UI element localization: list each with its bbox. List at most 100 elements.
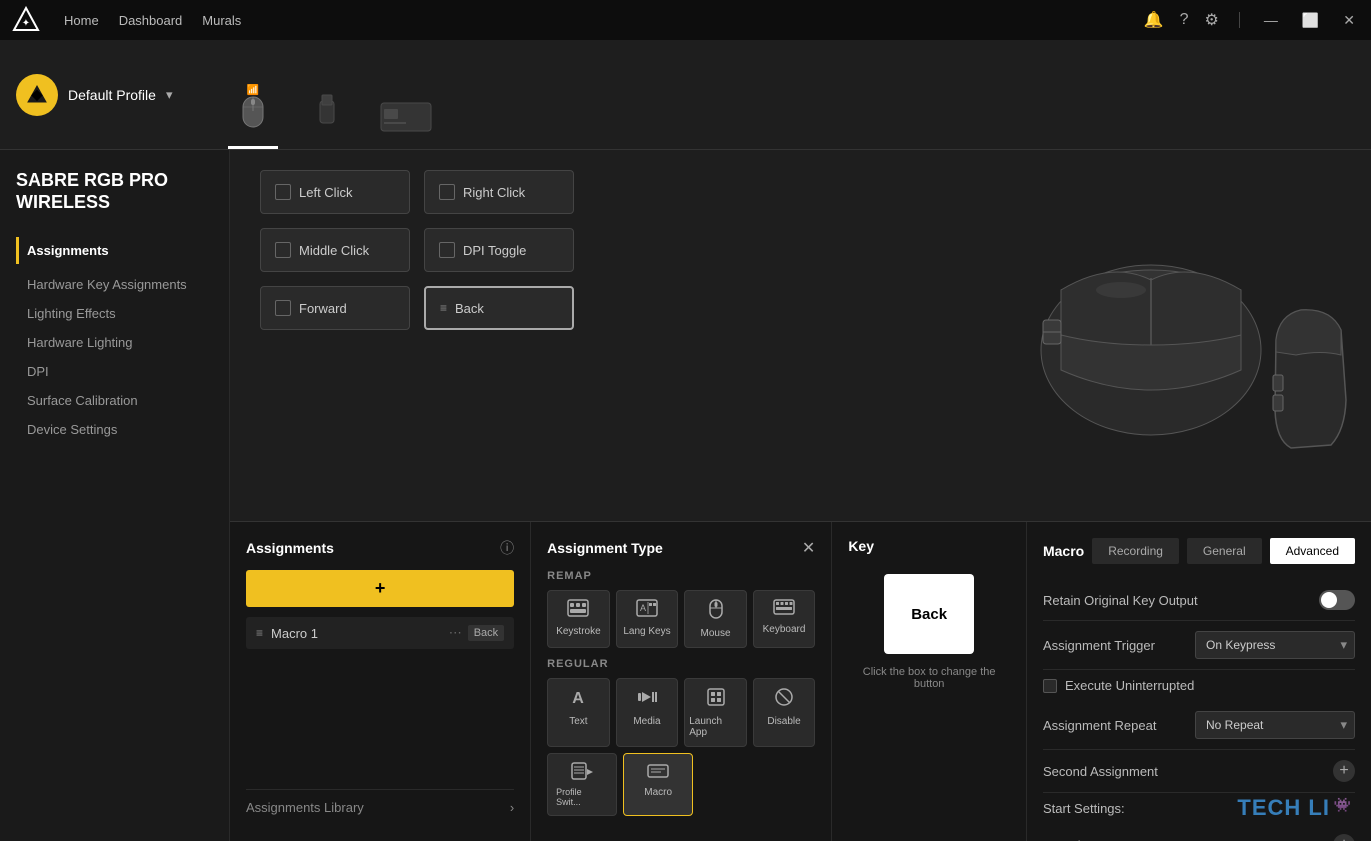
type-media-button[interactable]: Media [616,678,679,747]
right-click-button[interactable]: Right Click [424,170,574,214]
maximize-button[interactable]: ⬜ [1298,12,1323,29]
forward-button[interactable]: Forward [260,286,410,330]
device-tabs: 📶 [228,40,436,149]
toggle-knob [1321,592,1337,608]
back-button[interactable]: ≡ Back [424,286,574,330]
sidebar-item-hardware-lighting[interactable]: Hardware Lighting [16,328,213,357]
sound-label: Sound [1043,838,1081,841]
middle-click-button[interactable]: Middle Click [260,228,410,272]
retain-output-toggle[interactable] [1319,590,1355,610]
assignment-type-close-button[interactable]: ✕ [802,538,815,558]
disable-icon [774,687,794,712]
general-tab-button[interactable]: General [1187,538,1262,564]
dpi-toggle-icon [439,242,455,258]
regular-label: REGULAR [547,658,815,670]
type-launch-app-button[interactable]: Launch App [684,678,747,747]
nav-dashboard[interactable]: Dashboard [119,9,183,32]
text-icon: A [568,687,588,712]
svg-text:A: A [573,690,585,707]
key-display-box[interactable]: Back [884,574,974,654]
macro-title: Macro [1043,543,1084,559]
execute-checkbox[interactable] [1043,679,1057,693]
corsair-logo: ✦ [12,6,40,34]
left-click-button[interactable]: Left Click [260,170,410,214]
notification-icon[interactable]: 🔔 [1144,10,1164,30]
sidebar-item-hardware-key-assignments[interactable]: Hardware Key Assignments [16,270,213,299]
device-tab-mouse[interactable]: 📶 [228,81,278,149]
assignment-trigger-row: Assignment Trigger On Keypress On Releas… [1043,621,1355,670]
assignment-repeat-wrapper: No Repeat Repeat While Held Custom [1195,711,1355,739]
device-tab-card[interactable] [376,91,436,149]
sidebar-section-key-assignments[interactable]: Assignments [16,237,213,264]
retain-output-label: Retain Original Key Output [1043,593,1198,608]
assignments-panel: Assignments ⓘ + ≡ Macro 1 ⋯ Back [230,522,531,841]
mouse-thumb-icon: 📶 [228,81,278,141]
svg-text:◆: ◆ [31,86,44,102]
sidebar-item-lighting-effects[interactable]: Lighting Effects [16,299,213,328]
sound-add-button[interactable]: + [1333,834,1355,841]
second-assignment-label: Second Assignment [1043,764,1158,779]
assignments-library[interactable]: Assignments Library › [246,789,514,825]
add-assignment-button[interactable]: + [246,570,514,607]
keyboard-icon [773,599,795,620]
type-mouse-button[interactable]: Mouse [684,590,747,648]
key-panel: Key Back Click the box to change the but… [832,522,1027,841]
macro-header: Macro Recording General Advanced [1043,538,1355,564]
second-assignment-row: Second Assignment + [1043,750,1355,793]
close-button[interactable]: ✕ [1339,12,1359,29]
svg-text:A: A [640,603,646,613]
dpi-toggle-button[interactable]: DPI Toggle [424,228,574,272]
sidebar-item-device-settings[interactable]: Device Settings [16,415,213,444]
assignment-item[interactable]: ≡ Macro 1 ⋯ Back [246,617,514,649]
type-disable-button[interactable]: Disable [753,678,816,747]
mouse-remap-icon [707,599,725,624]
execute-label: Execute Uninterrupted [1065,678,1194,693]
sidebar-item-surface-calibration[interactable]: Surface Calibration [16,386,213,415]
library-chevron-icon: › [510,800,514,815]
svg-text:✦: ✦ [22,18,30,29]
assignment-type-header: Assignment Type ✕ [547,538,815,558]
profile-selector[interactable]: ◆ Default Profile ▾ [16,74,172,116]
help-icon[interactable]: ? [1180,11,1189,29]
assignment-type-title: Assignment Type [547,540,663,556]
assignments-info-icon[interactable]: ⓘ [500,538,514,558]
nav-home[interactable]: Home [64,9,99,32]
remap-label: REMAP [547,570,815,582]
device-tab-dongle[interactable] [302,81,352,149]
second-assignment-add-button[interactable]: + [1333,760,1355,782]
assignment-repeat-select[interactable]: No Repeat Repeat While Held Custom [1195,711,1355,739]
assignment-trigger-select[interactable]: On Keypress On Release Toggle Double Cli… [1195,631,1355,659]
type-bottom-row: Profile Swit... Macro [547,753,815,816]
titlebar-right: 🔔 ? ⚙ — ⬜ ✕ [1144,10,1359,30]
type-profile-switch-button[interactable]: Profile Swit... [547,753,617,816]
media-icon [637,687,657,712]
launch-app-icon [706,687,726,712]
assignment-badge: Back [468,625,504,641]
profile-bar: ◆ Default Profile ▾ 📶 [0,40,1371,150]
type-text-button[interactable]: A Text [547,678,610,747]
titlebar-nav: Home Dashboard Murals [64,9,241,32]
type-lang-keys-button[interactable]: A Lang Keys [616,590,679,648]
retain-output-row: Retain Original Key Output [1043,580,1355,621]
assignment-name: Macro 1 [271,626,318,641]
card-thumb-icon [376,91,436,141]
dongle-thumb-icon [302,81,352,141]
minimize-button[interactable]: — [1260,12,1282,28]
left-click-icon [275,184,291,200]
settings-icon[interactable]: ⚙ [1204,10,1218,30]
watermark-suffix: 👾 [1334,797,1351,813]
type-macro-button[interactable]: Macro [623,753,693,816]
nav-murals[interactable]: Murals [202,9,241,32]
right-click-icon [439,184,455,200]
assignment-repeat-label: Assignment Repeat [1043,718,1156,733]
type-keystroke-button[interactable]: Keystroke [547,590,610,648]
advanced-tab-button[interactable]: Advanced [1270,538,1355,564]
assignment-more-icon[interactable]: ⋯ [449,625,462,641]
type-keyboard-button[interactable]: Keyboard [753,590,816,648]
bottom-panel: Assignments ⓘ + ≡ Macro 1 ⋯ Back [230,521,1371,841]
assignment-trigger-label: Assignment Trigger [1043,638,1155,653]
macro-icon [647,762,669,783]
assignments-panel-header: Assignments ⓘ [246,538,514,558]
recording-tab-button[interactable]: Recording [1092,538,1179,564]
sidebar-item-dpi[interactable]: DPI [16,357,213,386]
